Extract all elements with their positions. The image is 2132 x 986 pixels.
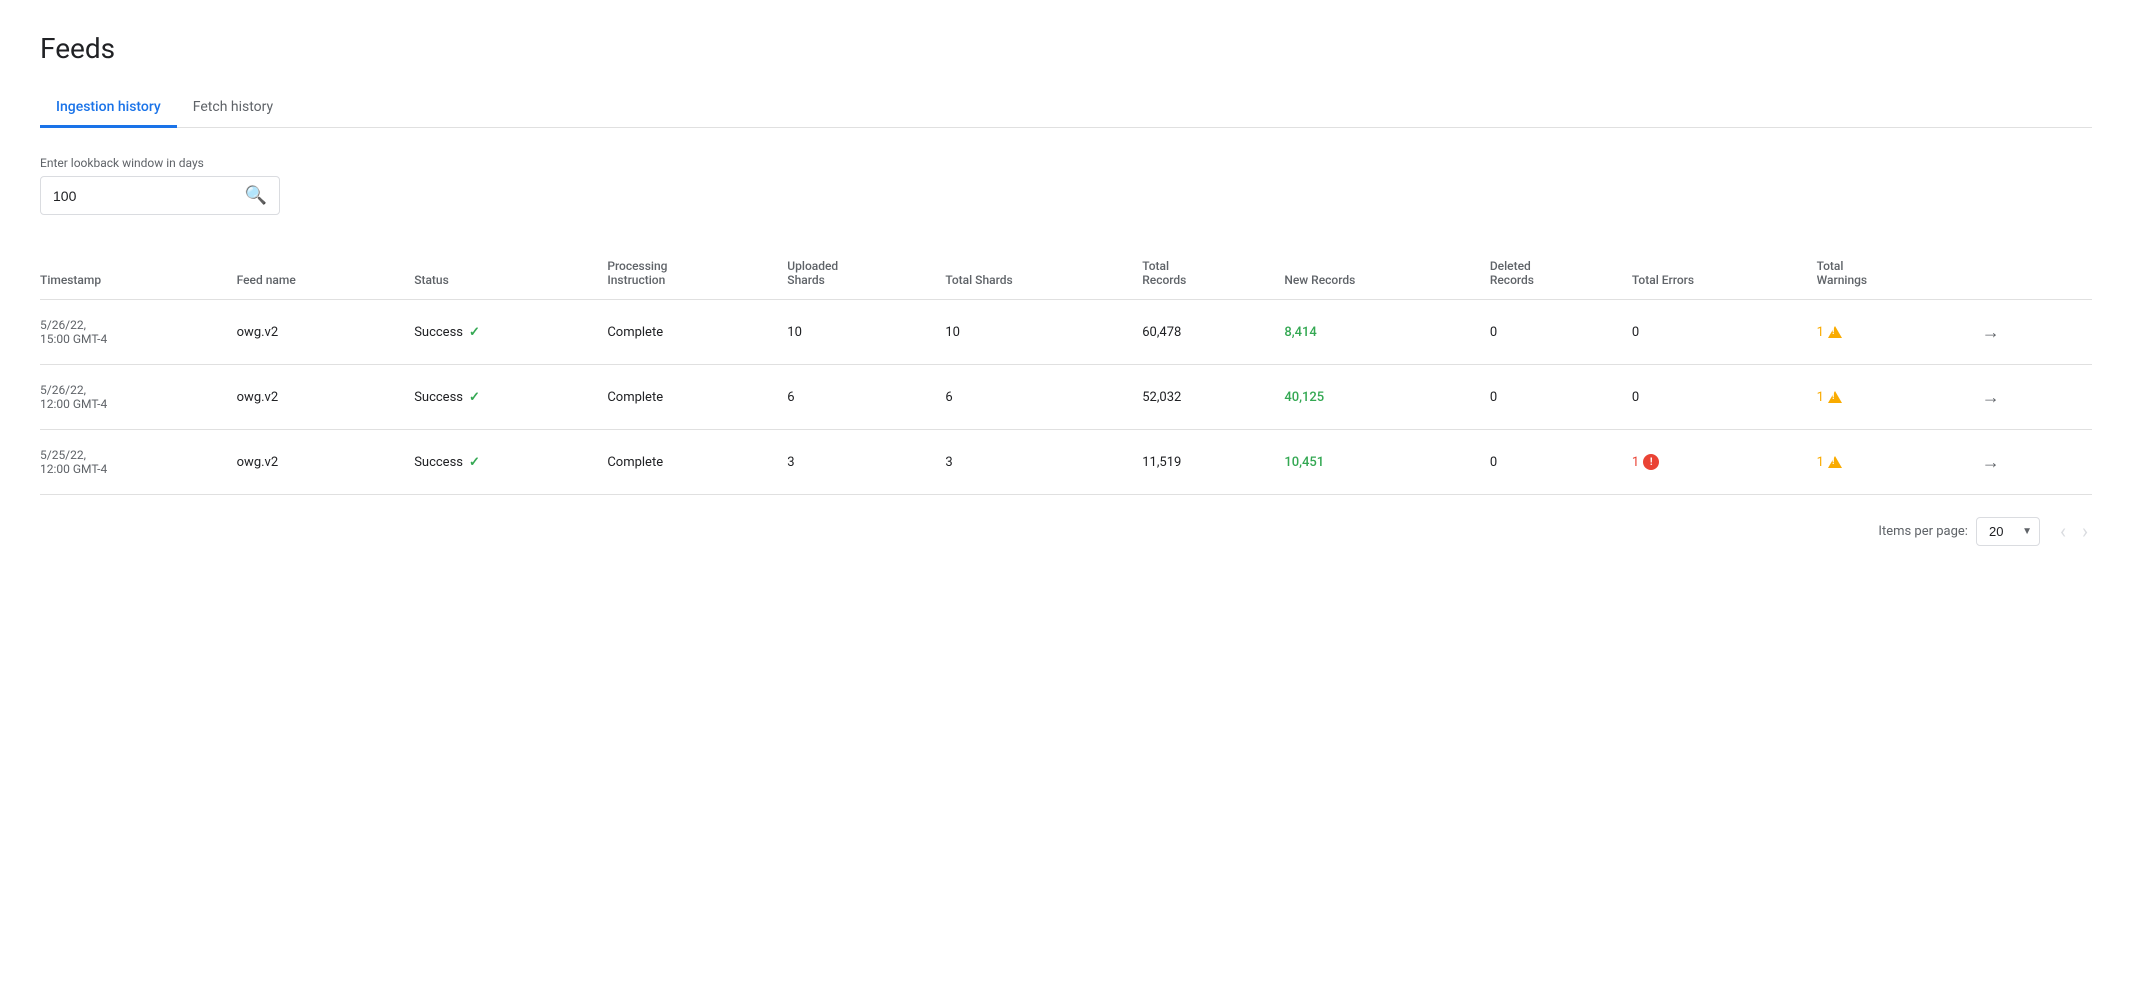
col-header-uploaded-shards: Uploaded Shards xyxy=(787,247,945,300)
cell-processing-instruction: Complete xyxy=(607,430,787,495)
row-navigate-arrow[interactable]: → xyxy=(1974,383,2008,412)
success-checkmark: ✓ xyxy=(469,325,480,340)
nav-arrows: ‹ › xyxy=(2056,515,2092,547)
cell-total-errors: 0 xyxy=(1632,300,1817,365)
table-row: 5/25/22, 12:00 GMT-4owg.v2Success ✓Compl… xyxy=(40,430,2092,495)
cell-feed-name: owg.v2 xyxy=(237,430,415,495)
search-box: 🔍 xyxy=(40,176,280,215)
cell-total-warnings: 1 xyxy=(1817,365,1974,430)
cell-deleted-records: 0 xyxy=(1490,300,1632,365)
cell-deleted-records: 0 xyxy=(1490,365,1632,430)
warning-number: 1 xyxy=(1817,390,1824,405)
cell-timestamp: 5/26/22, 12:00 GMT-4 xyxy=(40,365,237,430)
cell-total-shards: 10 xyxy=(945,300,1142,365)
status-text: Success xyxy=(414,325,463,340)
page-title: Feeds xyxy=(40,32,2092,65)
col-header-action xyxy=(1974,247,2092,300)
status-text: Success xyxy=(414,455,463,470)
col-header-status: Status xyxy=(414,247,607,300)
cell-uploaded-shards: 10 xyxy=(787,300,945,365)
cell-timestamp: 5/25/22, 12:00 GMT-4 xyxy=(40,430,237,495)
cell-total-errors: 1 ! xyxy=(1632,430,1817,495)
col-header-total-errors: Total Errors xyxy=(1632,247,1817,300)
cell-total-warnings: 1 xyxy=(1817,300,1974,365)
cell-uploaded-shards: 3 xyxy=(787,430,945,495)
cell-status: Success ✓ xyxy=(414,365,607,430)
cell-deleted-records: 0 xyxy=(1490,430,1632,495)
tab-fetch-history[interactable]: Fetch history xyxy=(177,89,289,128)
cell-feed-name: owg.v2 xyxy=(237,365,415,430)
table-row: 5/26/22, 15:00 GMT-4owg.v2Success ✓Compl… xyxy=(40,300,2092,365)
items-per-page-select[interactable]: 10 20 50 100 xyxy=(1976,517,2040,546)
success-checkmark: ✓ xyxy=(469,390,480,405)
cell-timestamp: 5/26/22, 15:00 GMT-4 xyxy=(40,300,237,365)
warning-icon xyxy=(1828,391,1842,403)
cell-processing-instruction: Complete xyxy=(607,365,787,430)
status-text: Success xyxy=(414,390,463,405)
cell-row-arrow[interactable]: → xyxy=(1974,300,2092,365)
table-row: 5/26/22, 12:00 GMT-4owg.v2Success ✓Compl… xyxy=(40,365,2092,430)
cell-feed-name: owg.v2 xyxy=(237,300,415,365)
prev-page-arrow[interactable]: ‹ xyxy=(2056,515,2070,547)
pagination-select-wrapper: Items per page: 10 20 50 100 xyxy=(1878,517,2040,546)
col-header-total-warnings: Total Warnings xyxy=(1817,247,1974,300)
cell-total-records: 11,519 xyxy=(1142,430,1284,495)
new-records-value: 8,414 xyxy=(1284,325,1316,340)
search-icon[interactable]: 🔍 xyxy=(245,185,267,206)
cell-row-arrow[interactable]: → xyxy=(1974,430,2092,495)
success-checkmark: ✓ xyxy=(469,455,480,470)
cell-new-records: 8,414 xyxy=(1284,300,1490,365)
row-navigate-arrow[interactable]: → xyxy=(1974,318,2008,347)
cell-total-records: 60,478 xyxy=(1142,300,1284,365)
cell-new-records: 40,125 xyxy=(1284,365,1490,430)
col-header-timestamp: Timestamp xyxy=(40,247,237,300)
col-header-feed-name: Feed name xyxy=(237,247,415,300)
error-number: 1 xyxy=(1632,455,1639,470)
items-per-page-label: Items per page: xyxy=(1878,524,1968,539)
cell-total-shards: 6 xyxy=(945,365,1142,430)
ingestion-table: Timestamp Feed name Status Processing In… xyxy=(40,247,2092,495)
cell-status: Success ✓ xyxy=(414,430,607,495)
col-header-total-shards: Total Shards xyxy=(945,247,1142,300)
search-input[interactable] xyxy=(53,188,237,204)
tabs-container: Ingestion history Fetch history xyxy=(40,89,2092,128)
col-header-processing-instruction: Processing Instruction xyxy=(607,247,787,300)
error-icon: ! xyxy=(1643,454,1659,470)
col-header-new-records: New Records xyxy=(1284,247,1490,300)
row-navigate-arrow[interactable]: → xyxy=(1974,448,2008,477)
table-header-row: Timestamp Feed name Status Processing In… xyxy=(40,247,2092,300)
cell-processing-instruction: Complete xyxy=(607,300,787,365)
cell-uploaded-shards: 6 xyxy=(787,365,945,430)
tab-ingestion-history[interactable]: Ingestion history xyxy=(40,89,177,128)
cell-row-arrow[interactable]: → xyxy=(1974,365,2092,430)
next-page-arrow[interactable]: › xyxy=(2078,515,2092,547)
col-header-deleted-records: Deleted Records xyxy=(1490,247,1632,300)
warning-number: 1 xyxy=(1817,325,1824,340)
cell-total-shards: 3 xyxy=(945,430,1142,495)
new-records-value: 40,125 xyxy=(1284,390,1324,405)
col-header-total-records: Total Records xyxy=(1142,247,1284,300)
pagination: Items per page: 10 20 50 100 ‹ › xyxy=(40,515,2092,547)
cell-total-errors: 0 xyxy=(1632,365,1817,430)
search-label: Enter lookback window in days xyxy=(40,156,2092,170)
new-records-value: 10,451 xyxy=(1284,455,1324,470)
cell-new-records: 10,451 xyxy=(1284,430,1490,495)
search-section: Enter lookback window in days 🔍 xyxy=(40,156,2092,215)
cell-total-warnings: 1 xyxy=(1817,430,1974,495)
warning-icon xyxy=(1828,326,1842,338)
items-per-page-select-wrapper: 10 20 50 100 xyxy=(1976,517,2040,546)
warning-icon xyxy=(1828,456,1842,468)
warning-number: 1 xyxy=(1817,455,1824,470)
cell-total-records: 52,032 xyxy=(1142,365,1284,430)
cell-status: Success ✓ xyxy=(414,300,607,365)
